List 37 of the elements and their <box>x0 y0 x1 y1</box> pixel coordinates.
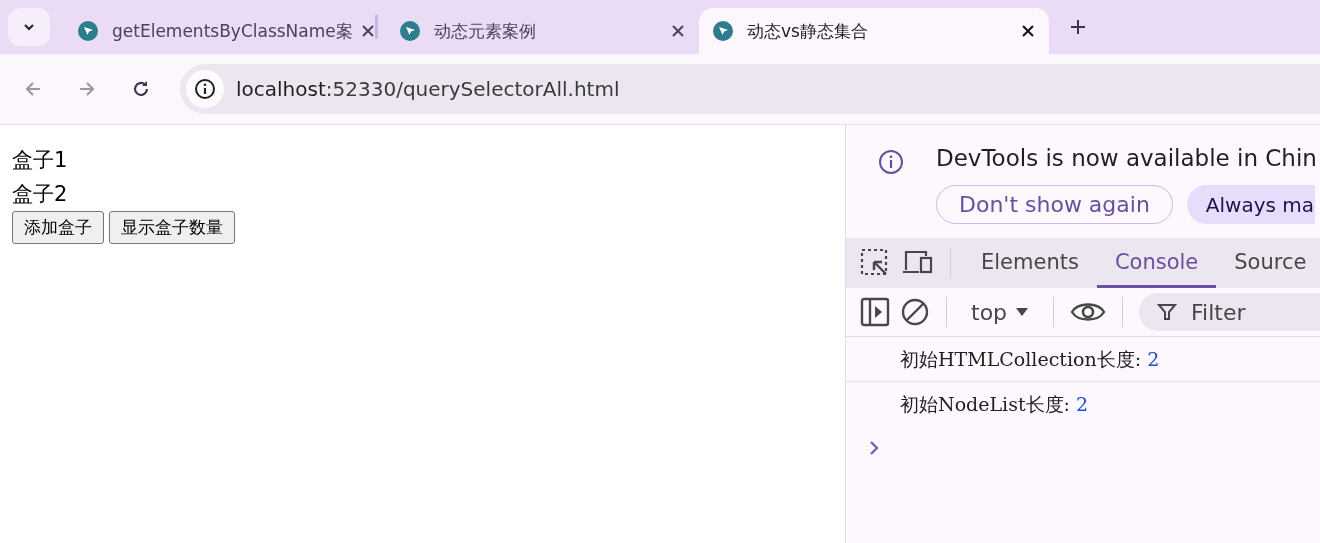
infobar-message: DevTools is now available in Chin <box>936 145 1317 171</box>
page-button[interactable]: 添加盒子 <box>12 211 104 244</box>
info-icon <box>878 149 904 175</box>
browser-tab[interactable]: getElementsByClassName案 <box>64 8 377 54</box>
page-button[interactable]: 显示盒子数量 <box>109 211 235 244</box>
close-icon[interactable] <box>360 24 375 38</box>
infobar-button[interactable]: Always ma <box>1186 185 1316 224</box>
inspect-element-icon[interactable] <box>860 248 890 278</box>
prompt-chevron-icon[interactable] <box>868 440 880 456</box>
dropdown-arrow-icon <box>1015 307 1030 317</box>
tab-title: 动态元素案例 <box>434 19 537 43</box>
box-text: 盒子2 <box>12 181 69 208</box>
console-message: 初始NodeList长度: 2 <box>899 392 1090 417</box>
info-icon[interactable] <box>194 78 216 100</box>
close-icon[interactable] <box>671 24 685 38</box>
cursor-favicon-icon <box>713 21 733 41</box>
context-selector[interactable]: top <box>963 299 1038 325</box>
browser-tab[interactable]: 动态元素案例 <box>386 8 699 54</box>
filter-field[interactable]: Filter <box>1139 293 1320 331</box>
console-message: 初始HTMLCollection长度: 2 <box>846 337 1320 382</box>
clear-console-icon[interactable] <box>900 297 930 327</box>
sidebar-toggle-icon[interactable] <box>860 297 890 327</box>
devtools-tab[interactable]: Elements <box>963 238 1097 288</box>
url-text: localhost:52330/querySelectorAll.html <box>236 77 620 101</box>
filter-icon <box>1157 302 1178 322</box>
box-text: 盒子1 <box>12 147 69 174</box>
new-tab-icon[interactable] <box>1069 18 1087 36</box>
infobar-button[interactable]: Don't show again <box>936 185 1173 224</box>
tab-title: getElementsByClassName案 <box>112 19 353 43</box>
address-bar[interactable]: localhost:52330/querySelectorAll.html <box>180 64 1320 114</box>
tab-title: 动态vs静态集合 <box>747 19 869 43</box>
devtools-tab[interactable]: Console <box>1096 238 1217 288</box>
devtools-tab[interactable]: Source <box>1216 238 1320 288</box>
close-icon[interactable] <box>1021 24 1035 38</box>
cursor-favicon-icon <box>400 21 420 41</box>
cursor-favicon-icon <box>78 21 98 41</box>
browser-tab[interactable]: 动态vs静态集合 <box>699 8 1049 54</box>
